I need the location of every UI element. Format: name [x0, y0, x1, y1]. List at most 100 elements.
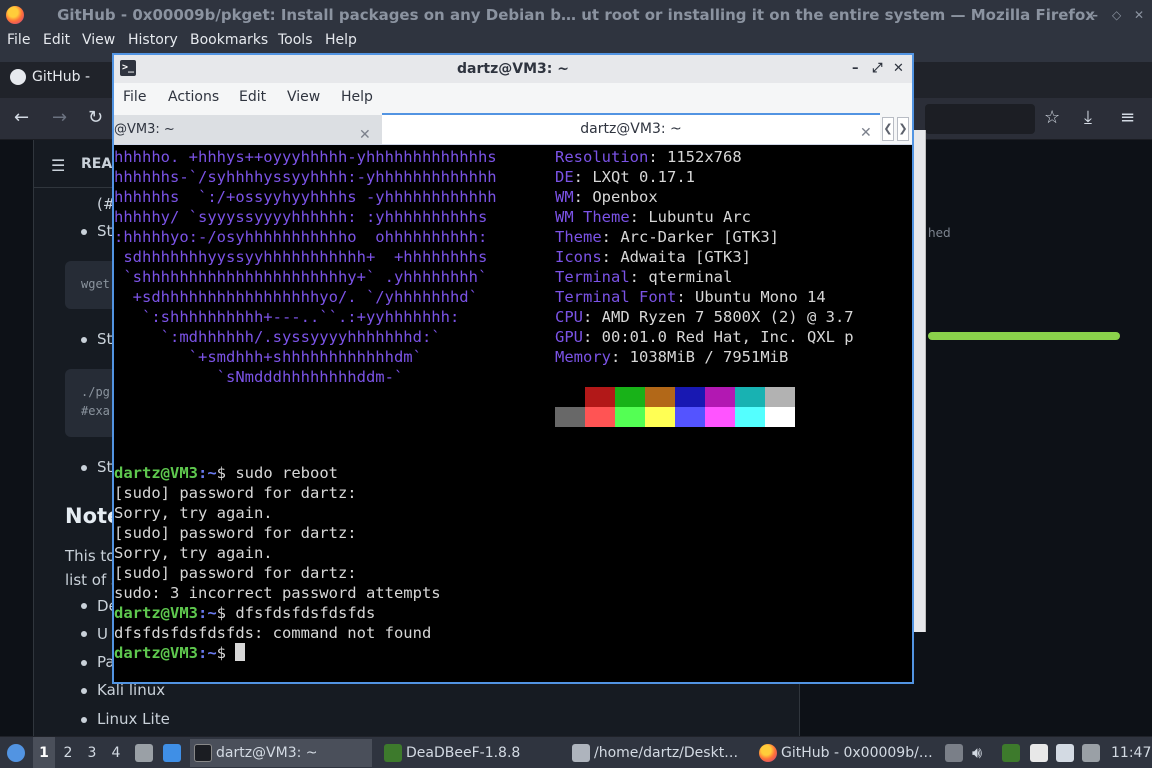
terminal-menu-file[interactable]: File	[123, 89, 146, 105]
bullet-dot	[81, 465, 87, 471]
ascii-art-line: `sNmdddhhhhhhhhddm-`	[114, 368, 404, 386]
terminal-output[interactable]: hhhhho. +hhhys++oyyyhhhhh-yhhhhhhhhhhhhh…	[114, 145, 912, 682]
color-swatch	[615, 407, 645, 427]
bullet-dot	[81, 229, 87, 235]
task-label: dartz@VM3: ~	[216, 745, 318, 761]
start-menu-icon[interactable]	[7, 744, 25, 762]
firefox-titlebar: GitHub - 0x00009b/pkget: Install package…	[0, 0, 1152, 30]
back-arrow-icon[interactable]: ←	[14, 107, 29, 128]
network-icon[interactable]	[1056, 744, 1074, 762]
menu-tools[interactable]: Tools	[278, 32, 313, 48]
ascii-art-line: :hhhhhyo:-/osyhhhhhhhhhhho ohhhhhhhhhh:	[114, 228, 488, 246]
url-bar[interactable]	[925, 104, 1035, 134]
workspace-4[interactable]: 4	[105, 737, 127, 768]
tab-scroll-left-icon[interactable]: ❮	[882, 117, 894, 141]
task-firefox[interactable]: GitHub - 0x00009b/…	[755, 739, 937, 767]
color-swatch	[585, 387, 615, 407]
workspace-1[interactable]: 1	[33, 737, 55, 768]
reload-icon[interactable]: ↻	[88, 107, 103, 128]
task-terminal[interactable]: dartz@VM3: ~	[190, 739, 372, 767]
color-swatch	[585, 407, 615, 427]
terminal-tab-2[interactable]: dartz@VM3: ~ ✕	[382, 113, 880, 144]
menu-bookmarks[interactable]: Bookmarks	[190, 32, 268, 48]
menu-file[interactable]: File	[7, 32, 30, 48]
clipboard-icon[interactable]	[945, 744, 963, 762]
tab-scroll-right-icon[interactable]: ❯	[897, 117, 909, 141]
ascii-art-line: hhhhhhs `:/+ossyyhyyhhhhs -yhhhhhhhhhhhh	[114, 188, 497, 206]
firefox-tab-github[interactable]: GitHub - fsq	[0, 62, 115, 115]
terminal-icon	[194, 744, 212, 762]
color-swatch	[735, 387, 765, 407]
hamburger-menu-icon[interactable]: ≡	[1120, 107, 1135, 128]
color-swatch	[645, 407, 675, 427]
bullet-dot	[81, 717, 87, 723]
maximize-icon[interactable]: ⤢	[872, 55, 882, 83]
close-icon[interactable]: ✕	[1134, 0, 1144, 30]
firefox-icon	[759, 744, 777, 762]
output-line: [sudo] password for dartz:	[114, 484, 357, 502]
forward-arrow-icon[interactable]: →	[52, 107, 67, 128]
menu-view[interactable]: View	[82, 32, 115, 48]
deadbeef-tray-icon[interactable]	[1002, 744, 1020, 762]
ascii-art-line: `:mdhhhhhh/.syssyyyyhhhhhhhd:`	[114, 328, 441, 346]
menu-history[interactable]: History	[128, 32, 178, 48]
bullet-dot	[81, 660, 87, 666]
code-text: #exa	[81, 404, 110, 418]
terminal-tab-1[interactable]: @VM3: ~ ✕	[114, 115, 382, 144]
prompt-path: :~	[198, 604, 217, 622]
color-swatch	[705, 387, 735, 407]
color-swatch	[765, 387, 795, 407]
color-swatch	[645, 387, 675, 407]
terminal-menu-help[interactable]: Help	[341, 89, 373, 105]
command-text: dfsfdsfdsfdsfds	[235, 604, 376, 622]
task-label: /home/dartz/Deskt…	[594, 745, 739, 761]
minimize-icon[interactable]: –	[852, 55, 859, 83]
step-item: St	[97, 458, 113, 476]
info-key: Terminal Font	[555, 288, 677, 306]
info-value: 1152x768	[667, 148, 742, 166]
task-file-manager[interactable]: /home/dartz/Deskt…	[568, 739, 750, 767]
terminal-icon: >_	[120, 60, 136, 76]
command-text: sudo reboot	[235, 464, 338, 482]
maximize-icon[interactable]: ◇	[1112, 0, 1121, 30]
outline-list-icon[interactable]: ☰	[51, 156, 65, 175]
task-deadbeef[interactable]: DeaDBeeF-1.8.8	[380, 739, 562, 767]
show-desktop-icon[interactable]	[163, 744, 181, 762]
volume-icon[interactable]: 🔊︎	[972, 737, 982, 768]
workspace-2[interactable]: 2	[57, 737, 79, 768]
notes-tray-icon[interactable]	[1030, 744, 1048, 762]
output-line: sudo: 3 incorrect password attempts	[114, 584, 441, 602]
prompt-user: dartz@VM3	[114, 464, 198, 482]
color-swatch	[615, 387, 645, 407]
close-icon[interactable]: ✕	[893, 55, 904, 83]
menu-edit[interactable]: Edit	[43, 32, 70, 48]
info-key: WM	[555, 188, 574, 206]
prompt-symbol: $	[216, 604, 236, 622]
menu-help[interactable]: Help	[325, 32, 357, 48]
info-value: Arc-Darker [GTK3]	[620, 228, 779, 246]
info-row: Resolution: 1152x768	[555, 148, 742, 166]
terminal-menu-edit[interactable]: Edit	[239, 89, 266, 105]
clock[interactable]: 11:47	[1111, 737, 1151, 768]
terminal-menu-actions[interactable]: Actions	[168, 89, 219, 105]
terminal-menu-view[interactable]: View	[287, 89, 320, 105]
close-tab-icon[interactable]: ✕	[860, 119, 872, 148]
minimize-icon[interactable]: –	[1092, 0, 1098, 30]
terminal-titlebar[interactable]: >_ dartz@VM3: ~ – ⤢ ✕	[114, 55, 912, 83]
workspace-3[interactable]: 3	[81, 737, 103, 768]
info-value: AMD Ryzen 7 5800X (2) @ 3.7	[601, 308, 854, 326]
bookmark-star-icon[interactable]: ☆	[1044, 107, 1060, 128]
terminal-tab-bar: @VM3: ~ ✕ dartz@VM3: ~ ✕ ❮ ❯	[114, 113, 912, 145]
info-value: LXQt 0.17.1	[592, 168, 695, 186]
prompt-path: :~	[198, 644, 217, 662]
download-icon[interactable]: ⤓	[1084, 107, 1092, 128]
keyboard-icon[interactable]	[1082, 744, 1100, 762]
file-manager-icon[interactable]	[135, 744, 153, 762]
info-row: WM Theme: Lubuntu Arc	[555, 208, 751, 226]
info-key: CPU	[555, 308, 583, 326]
info-key: Icons	[555, 248, 602, 266]
language-progress-bar	[928, 332, 1120, 340]
info-value: Ubuntu Mono 14	[695, 288, 826, 306]
firefox-window-title: GitHub - 0x00009b/pkget: Install package…	[57, 6, 1095, 24]
terminal-tab-label: @VM3: ~	[114, 122, 175, 137]
